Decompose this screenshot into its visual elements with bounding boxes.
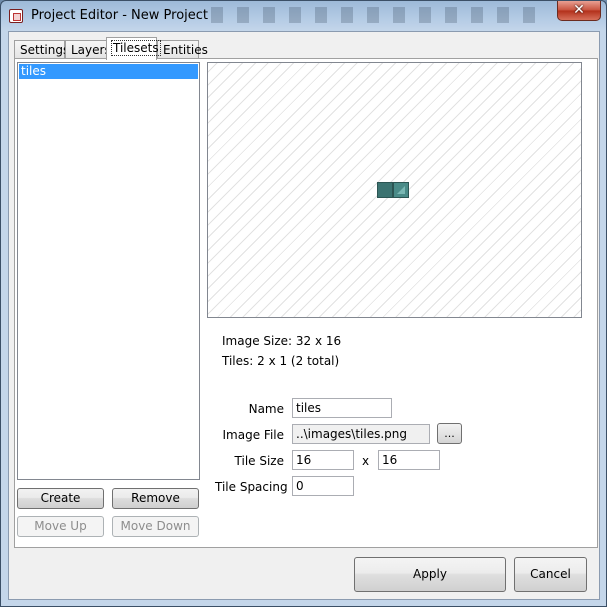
tileset-image (377, 182, 409, 198)
tile-height-field[interactable] (378, 450, 440, 470)
tileset-listbox[interactable]: tiles (17, 62, 200, 480)
list-item[interactable]: tiles (19, 64, 198, 79)
app-icon (9, 9, 23, 23)
tile-0 (377, 182, 393, 198)
remove-button[interactable]: Remove (112, 488, 199, 509)
tile-spacing-field[interactable] (292, 476, 354, 496)
title-bar[interactable]: Project Editor - New Project ✕ (1, 1, 606, 31)
tile-1 (393, 182, 409, 198)
tile-size-label: Tile Size (234, 454, 284, 468)
tile-width-field[interactable] (292, 450, 354, 470)
tilesets-tab-panel: tiles Create Remove Move Up Move Down Im… (14, 58, 598, 548)
browse-button[interactable]: ... (437, 423, 462, 444)
tab-tilesets-label: Tilesets (111, 40, 161, 56)
image-size-text: Image Size: 32 x 16 (222, 334, 342, 348)
name-field[interactable] (292, 398, 392, 418)
cancel-button[interactable]: Cancel (514, 557, 587, 592)
create-button[interactable]: Create (17, 488, 104, 509)
tab-entities-label: Entities (163, 43, 208, 57)
tile-spacing-label: Tile Spacing (215, 480, 288, 494)
move-up-button[interactable]: Move Up (17, 516, 104, 537)
name-label: Name (248, 402, 284, 416)
move-down-button[interactable]: Move Down (112, 516, 199, 537)
tab-settings[interactable]: Settings (14, 40, 69, 59)
tab-layers[interactable]: Layers (65, 40, 111, 59)
dialog-footer: Apply Cancel (9, 549, 599, 599)
window-title: Project Editor - New Project (31, 8, 209, 23)
dialog-client-area: Settings Layers Tilesets Entities tiles … (8, 31, 600, 600)
tab-tilesets[interactable]: Tilesets (106, 37, 161, 60)
tab-layers-label: Layers (71, 43, 111, 57)
tab-entities[interactable]: Entities (157, 40, 208, 59)
image-file-field[interactable] (292, 424, 430, 444)
tab-settings-label: Settings (20, 43, 70, 57)
apply-button[interactable]: Apply (354, 557, 506, 592)
project-editor-window: Project Editor - New Project ✕ Settings … (0, 0, 607, 607)
image-file-label: Image File (222, 428, 284, 442)
tileset-preview (207, 62, 582, 318)
background-toolbar (211, 7, 541, 23)
close-button[interactable]: ✕ (557, 1, 601, 21)
tile-size-separator: x (362, 454, 370, 468)
tiles-count-text: Tiles: 2 x 1 (2 total) (222, 354, 340, 368)
